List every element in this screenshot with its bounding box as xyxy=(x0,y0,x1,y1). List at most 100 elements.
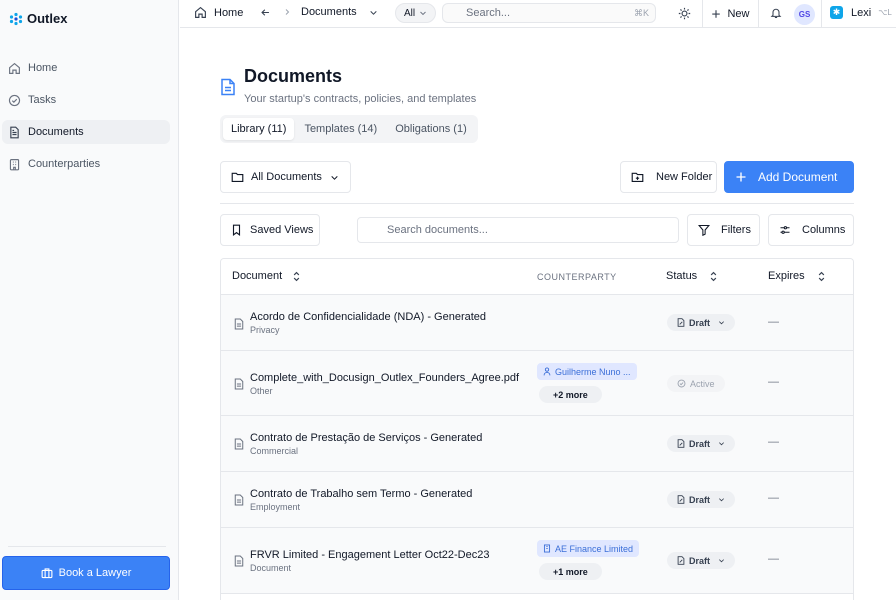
column-header-counterparty[interactable]: COUNTERPARTY xyxy=(537,272,617,282)
counterparty-chip[interactable]: Guilherme Nuno ... xyxy=(537,363,637,380)
saved-views-label: Saved Views xyxy=(250,224,314,236)
sort-icon xyxy=(817,271,826,282)
table-row[interactable]: Complete_with_Docusign_Outlex_Founders_A… xyxy=(221,351,853,416)
expires-value: — xyxy=(768,492,779,504)
breadcrumb-documents[interactable]: Documents xyxy=(301,6,378,18)
user-icon xyxy=(543,367,551,376)
status-label: Draft xyxy=(689,555,711,566)
lexi-shortcut: ⌥L xyxy=(878,8,892,17)
sidebar: Outlex Home Tasks Documents Counterparti… xyxy=(0,0,179,600)
document-tabs: Library (11) Templates (14) Obligations … xyxy=(220,115,478,143)
add-document-button[interactable]: Add Document xyxy=(724,161,854,193)
sidebar-item-counterparties[interactable]: Counterparties xyxy=(2,152,170,176)
status-label: Draft xyxy=(689,317,711,328)
outlex-logo-icon xyxy=(9,12,23,26)
filters-label: Filters xyxy=(721,224,751,236)
home-icon xyxy=(194,6,207,19)
new-folder-button[interactable]: New Folder xyxy=(620,161,717,193)
tab-obligations[interactable]: Obligations (1) xyxy=(387,118,475,140)
sort-icon xyxy=(292,271,301,282)
back-button[interactable] xyxy=(260,7,271,18)
document-search-input[interactable]: Search documents... xyxy=(357,217,679,243)
status-label: Draft xyxy=(689,438,711,449)
table-row[interactable]: Contrato de Prestação de Serviços - Gene… xyxy=(221,416,853,472)
documents-table: Document COUNTERPARTY Status Expires Aco… xyxy=(220,258,854,600)
plus-icon xyxy=(711,9,721,19)
draft-icon xyxy=(677,556,685,565)
bell-icon xyxy=(770,7,782,19)
bookmark-icon xyxy=(231,224,242,236)
table-row[interactable]: Contrato de Trabalho sem Termo - Generat… xyxy=(221,472,853,528)
sidebar-item-documents[interactable]: Documents xyxy=(2,120,170,144)
expires-value: — xyxy=(768,376,779,388)
sidebar-item-tasks[interactable]: Tasks xyxy=(2,88,170,112)
document-name: Contrato de Trabalho sem Termo - Generat… xyxy=(250,488,473,500)
tab-templates[interactable]: Templates (14) xyxy=(296,118,385,140)
filters-button[interactable]: Filters xyxy=(687,214,760,246)
more-counterparties[interactable]: +2 more xyxy=(539,386,602,403)
document-name: Acordo de Confidencialidade (NDA) - Gene… xyxy=(250,311,487,323)
sidebar-item-label: Counterparties xyxy=(28,158,101,170)
status-badge[interactable]: Active xyxy=(667,375,725,392)
topbar-home-link[interactable]: Home xyxy=(194,6,243,19)
status-badge[interactable]: Draft xyxy=(667,435,736,452)
document-category: Other xyxy=(250,386,273,396)
sidebar-nav: Home Tasks Documents Counterparties xyxy=(0,56,179,184)
chevron-down-icon xyxy=(718,557,725,564)
theme-toggle[interactable] xyxy=(678,7,691,20)
status-badge[interactable]: Draft xyxy=(667,552,736,569)
file-icon xyxy=(234,555,244,567)
document-category: Commercial xyxy=(250,446,299,456)
filter-icon xyxy=(698,224,710,236)
lexi-assistant-button[interactable]: ✱ Lexi ⌥L xyxy=(830,6,892,19)
global-search-input[interactable]: Search... ⌘K xyxy=(442,3,656,23)
draft-icon xyxy=(677,439,685,448)
logo[interactable]: Outlex xyxy=(9,11,67,26)
file-icon xyxy=(234,494,244,506)
chevron-right-icon xyxy=(283,8,291,16)
search-placeholder: Search documents... xyxy=(387,224,488,236)
columns-button[interactable]: Columns xyxy=(768,214,854,246)
status-label: Draft xyxy=(689,494,711,505)
status-badge[interactable]: Draft xyxy=(667,314,736,331)
lexi-label: Lexi xyxy=(851,6,872,19)
lexi-icon: ✱ xyxy=(830,6,843,19)
column-header-status[interactable]: Status xyxy=(666,270,718,282)
document-category: Document xyxy=(250,563,292,573)
more-counterparties[interactable]: +1 more xyxy=(539,563,602,580)
columns-label: Columns xyxy=(802,224,846,236)
expires-value: — xyxy=(768,553,779,565)
table-header: Document COUNTERPARTY Status Expires xyxy=(221,259,853,295)
folder-icon xyxy=(231,171,244,183)
column-header-document[interactable]: Document xyxy=(232,270,301,282)
sidebar-divider xyxy=(8,546,166,547)
document-category: Privacy xyxy=(250,325,280,335)
sidebar-item-home[interactable]: Home xyxy=(2,56,170,80)
building-icon xyxy=(543,544,551,553)
chevron-down-icon xyxy=(718,496,725,503)
document-icon xyxy=(220,78,236,96)
new-button[interactable]: New xyxy=(703,0,759,28)
avatar[interactable]: GS xyxy=(794,4,815,25)
counterparty-chip[interactable]: AE Finance Limited xyxy=(537,540,640,557)
add-document-label: Add Document xyxy=(758,170,838,184)
table-row[interactable]: FRVR Limited - Engagement Letter Oct22-D… xyxy=(221,528,853,594)
chevron-down-icon xyxy=(330,173,339,182)
saved-views-button[interactable]: Saved Views xyxy=(220,214,320,246)
book-lawyer-button[interactable]: Book a Lawyer xyxy=(2,556,170,590)
chevron-down-icon xyxy=(718,319,725,326)
status-badge[interactable]: Draft xyxy=(667,491,736,508)
search-scope-select[interactable]: All xyxy=(395,3,437,23)
all-documents-dropdown[interactable]: All Documents xyxy=(220,161,351,193)
tab-library[interactable]: Library (11) xyxy=(223,118,295,140)
notifications-button[interactable] xyxy=(770,7,782,19)
breadcrumb-current: Documents xyxy=(301,6,357,18)
file-icon xyxy=(234,318,244,330)
home-icon xyxy=(8,62,21,75)
column-header-expires[interactable]: Expires xyxy=(768,270,826,282)
document-name: Contrato de Prestação de Serviços - Gene… xyxy=(250,432,483,444)
sun-icon xyxy=(678,7,691,20)
book-lawyer-label: Book a Lawyer xyxy=(58,567,132,579)
page-subtitle: Your startup's contracts, policies, and … xyxy=(244,93,477,105)
table-row[interactable]: Acordo de Confidencialidade (NDA) - Gene… xyxy=(221,295,853,351)
